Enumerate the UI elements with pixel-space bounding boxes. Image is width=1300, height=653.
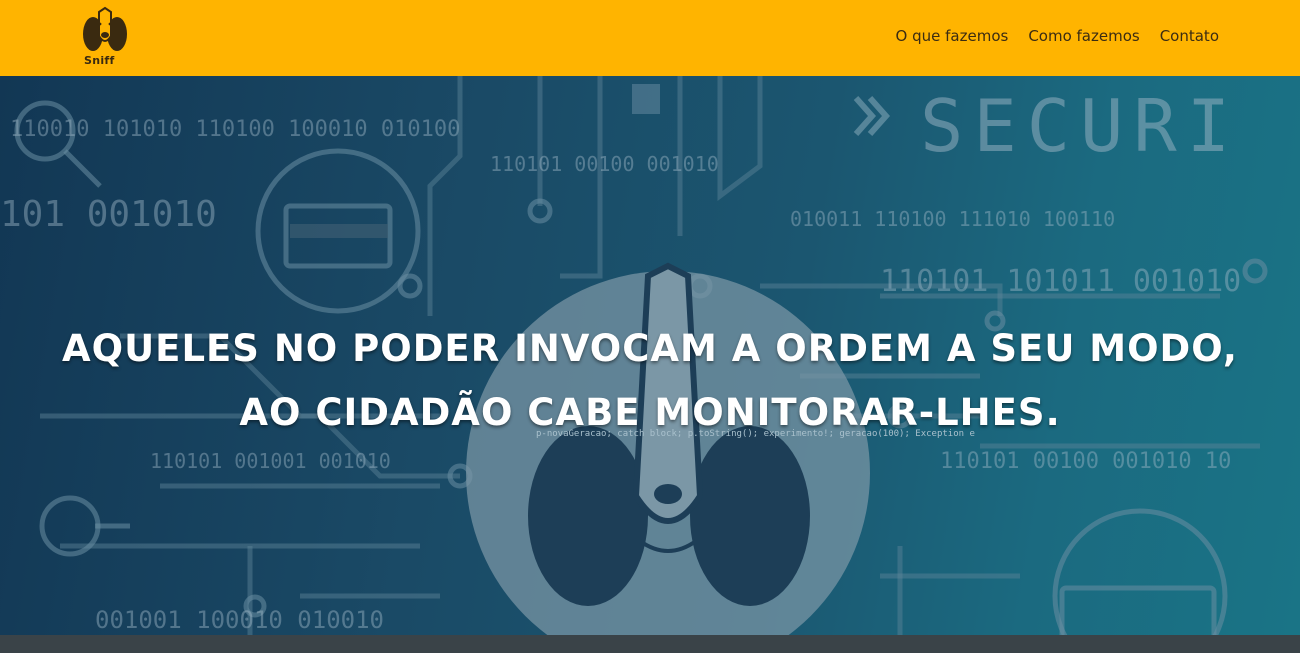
- nav-link-como-fazemos[interactable]: Como fazemos: [1028, 27, 1139, 45]
- dog-logo-icon: [83, 6, 127, 51]
- nav-link-contato[interactable]: Contato: [1160, 27, 1219, 45]
- svg-text:110101 001001 001010: 110101 001001 001010: [150, 449, 391, 473]
- headline-line-2: AO CIDADÃO CABE MONITORAR-LHES.: [239, 390, 1061, 434]
- svg-text:001001 100010 010010: 001001 100010 010010: [95, 606, 384, 634]
- svg-text:110101 00100 001010: 110101 00100 001010: [490, 152, 719, 176]
- top-navbar: Sniff O que fazemos Como fazemos Contato: [0, 0, 1300, 76]
- hero-headline: AQUELES NO PODER INVOCAM A ORDEM A SEU M…: [0, 317, 1300, 445]
- nav-link-o-que-fazemos[interactable]: O que fazemos: [896, 27, 1009, 45]
- svg-text:SECURI: SECURI: [920, 84, 1240, 168]
- logo-wordmark: Sniff: [84, 54, 115, 67]
- main-nav: O que fazemos Como fazemos Contato: [896, 27, 1219, 45]
- sniff-logo[interactable]: Sniff: [80, 6, 130, 70]
- bottom-strip: [0, 635, 1300, 653]
- svg-text:110010 101010 110100 100010 01: 110010 101010 110100 100010 010100: [10, 117, 460, 142]
- svg-text:010011 110100 111010 100110: 010011 110100 111010 100110: [790, 207, 1115, 231]
- hero-banner: SECURI 110010 101010 110100 100010 01010…: [0, 76, 1300, 635]
- headline-line-1: AQUELES NO PODER INVOCAM A ORDEM A SEU M…: [62, 326, 1238, 370]
- svg-text:101 001010: 101 001010: [0, 194, 217, 235]
- svg-text:110101 00100 001010 10: 110101 00100 001010 10: [940, 449, 1231, 474]
- svg-text:110101 101011 001010: 110101 101011 001010: [880, 264, 1241, 299]
